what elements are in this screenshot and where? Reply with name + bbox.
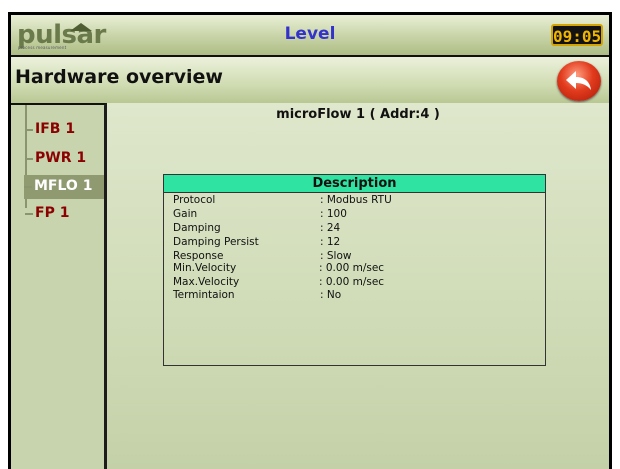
row-value: : No	[320, 289, 342, 301]
device-heading: microFlow 1 ( Addr:4 )	[276, 107, 440, 122]
tree-connector	[25, 129, 33, 131]
row-value: : 24	[320, 222, 341, 234]
row-key: Damping	[173, 222, 221, 234]
sidebar-item-label: MFLO 1	[34, 178, 93, 194]
sidebar-item-label: FP 1	[35, 205, 70, 221]
back-arrow-icon	[566, 71, 591, 90]
main-panel: microFlow 1 ( Addr:4 ) Description Proto…	[107, 103, 609, 469]
screen: pulsar process measurement Level 09:05 H…	[11, 15, 609, 469]
row-value: : Modbus RTU	[320, 194, 392, 206]
sidebar-item-label: PWR 1	[35, 150, 87, 166]
description-panel: Description Protocol : Modbus RTU Gain :…	[163, 174, 546, 366]
tree-connector	[25, 213, 33, 215]
page-title: Hardware overview	[15, 66, 223, 88]
top-bar: pulsar process measurement Level 09:05	[11, 15, 609, 57]
page-header: Hardware overview	[11, 57, 609, 105]
row-key: Damping Persist	[173, 236, 259, 248]
description-header: Description	[164, 175, 545, 193]
row-key: Gain	[173, 208, 198, 220]
device-frame: pulsar process measurement Level 09:05 H…	[8, 12, 612, 469]
app-title: Level	[284, 24, 336, 44]
row-key: Protocol	[173, 194, 216, 206]
row-value: : 0.00 m/sec	[319, 262, 385, 274]
tree-connector	[24, 186, 32, 188]
sidebar-item-pwr1[interactable]: PWR 1	[25, 147, 103, 171]
row-value: : 12	[320, 236, 341, 248]
row-value: : 100	[320, 208, 347, 220]
row-key: Termintaion	[173, 289, 235, 301]
sidebar-item-label: IFB 1	[35, 121, 76, 137]
row-value: : 0.00 m/sec	[319, 276, 385, 288]
logo-tagline: process measurement	[18, 45, 67, 50]
clock-display: 09:05	[551, 24, 603, 46]
row-key: Min.Velocity	[173, 262, 237, 274]
tree-connector	[25, 158, 33, 160]
sidebar-item-mflo1[interactable]: MFLO 1	[24, 175, 104, 199]
row-key: Max.Velocity	[173, 276, 240, 288]
sidebar-item-fp1[interactable]: FP 1	[25, 202, 103, 226]
back-button[interactable]	[557, 61, 601, 101]
hardware-sidebar: IFB 1 PWR 1 MFLO 1 FP 1	[11, 105, 104, 469]
sidebar-item-ifb1[interactable]: IFB 1	[25, 118, 103, 142]
